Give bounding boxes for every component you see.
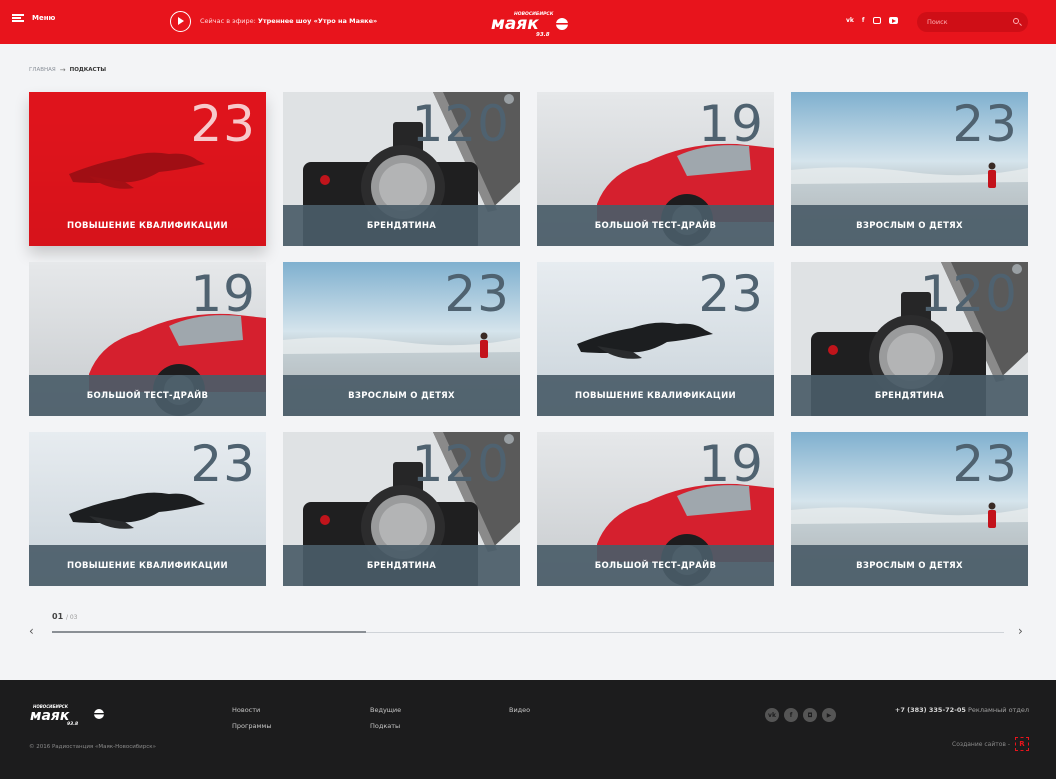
copyright: © 2016 Радиостанция «Маяк-Новосибирск» bbox=[29, 744, 156, 750]
instagram-icon[interactable] bbox=[872, 17, 881, 24]
card-title-bar: БОЛЬШОЙ ТЕСТ-ДРАЙВ bbox=[537, 205, 774, 246]
card-title-bar: ВЗРОСЛЫМ О ДЕТЯХ bbox=[791, 545, 1028, 586]
site-logo[interactable]: НОВОСИБИРСК маяк 93.8 bbox=[488, 8, 580, 38]
footer-link-podcasts[interactable]: Подкаты bbox=[370, 722, 400, 730]
card-title-bar: ПОВЫШЕНИЕ КВАЛИФИКАЦИИ bbox=[29, 205, 266, 246]
card-title-bar: БРЕНДЯТИНА bbox=[283, 205, 520, 246]
hamburger-icon bbox=[12, 14, 24, 22]
onair-show[interactable]: Утреннее шоу «Утро на Маяке» bbox=[258, 17, 377, 25]
podcast-card[interactable]: 23 ПОВЫШЕНИЕ КВАЛИФИКАЦИИ bbox=[537, 262, 774, 416]
breadcrumb-home[interactable]: ГЛАВНАЯ bbox=[29, 67, 56, 73]
card-count: 23 bbox=[190, 435, 256, 493]
card-title: ПОВЫШЕНИЕ КВАЛИФИКАЦИИ bbox=[67, 220, 228, 231]
card-title-bar: БОЛЬШОЙ ТЕСТ-ДРАЙВ bbox=[29, 375, 266, 416]
slider-progress bbox=[52, 631, 367, 633]
podcast-card[interactable]: 19 БОЛЬШОЙ ТЕСТ-ДРАЙВ bbox=[537, 432, 774, 586]
phone-label: Рекламный отдел bbox=[968, 706, 1029, 714]
podcast-card[interactable]: 23 ВЗРОСЛЫМ О ДЕТЯХ bbox=[791, 432, 1028, 586]
logo-text: маяк bbox=[491, 14, 539, 34]
card-count: 23 bbox=[952, 435, 1018, 493]
card-count: 120 bbox=[411, 95, 510, 153]
card-title: ПОВЫШЕНИЕ КВАЛИФИКАЦИИ bbox=[575, 390, 736, 401]
card-count: 120 bbox=[411, 435, 510, 493]
slider-track[interactable] bbox=[52, 631, 1004, 633]
header-bar: Меню Сейчас в эфире: Утреннее шоу «Утро … bbox=[0, 0, 1056, 44]
card-title: БРЕНДЯТИНА bbox=[366, 220, 437, 231]
footer-link-video[interactable]: Видео bbox=[509, 706, 530, 714]
card-title: ВЗРОСЛЫМ О ДЕТЯХ bbox=[348, 390, 455, 401]
podcast-card[interactable]: 120 БРЕНДЯТИНА bbox=[283, 92, 520, 246]
vk-icon[interactable]: vk bbox=[765, 708, 779, 722]
podcast-card[interactable]: 120 БРЕНДЯТИНА bbox=[791, 262, 1028, 416]
facebook-icon[interactable]: f bbox=[862, 17, 865, 24]
facebook-icon[interactable]: f bbox=[784, 708, 798, 722]
made-by[interactable]: Создание сайтов - R bbox=[952, 737, 1029, 751]
footer-link-news[interactable]: Новости bbox=[232, 706, 260, 714]
phone-number[interactable]: +7 (383) 335-72-05 bbox=[895, 706, 966, 714]
onair-prefix: Сейчас в эфире: bbox=[200, 17, 256, 25]
card-count: 23 bbox=[444, 265, 510, 323]
next-arrow-icon[interactable]: › bbox=[1018, 624, 1023, 638]
footer-link-programs[interactable]: Программы bbox=[232, 722, 271, 730]
podcast-card[interactable]: 19 БОЛЬШОЙ ТЕСТ-ДРАЙВ bbox=[537, 92, 774, 246]
card-title: ВЗРОСЛЫМ О ДЕТЯХ bbox=[856, 560, 963, 571]
footer-socials: vk f ◘ ▶ bbox=[765, 708, 836, 722]
card-title-bar: БРЕНДЯТИНА bbox=[283, 545, 520, 586]
card-title: БРЕНДЯТИНА bbox=[366, 560, 437, 571]
card-count: 23 bbox=[952, 95, 1018, 153]
card-title-bar: БОЛЬШОЙ ТЕСТ-ДРАЙВ bbox=[537, 545, 774, 586]
footer-logo[interactable]: НОВОСИБИРСК маяк 93.8 bbox=[29, 702, 111, 726]
card-title-bar: БРЕНДЯТИНА bbox=[791, 375, 1028, 416]
developer-logo-icon: R bbox=[1015, 737, 1029, 751]
card-count: 19 bbox=[698, 435, 764, 493]
search-box bbox=[917, 12, 1028, 32]
podcast-card[interactable]: 23 ПОВЫШЕНИЕ КВАЛИФИКАЦИИ bbox=[29, 92, 266, 246]
arrow-right-icon: → bbox=[59, 66, 66, 74]
menu-label: Меню bbox=[32, 14, 56, 22]
card-title: БОЛЬШОЙ ТЕСТ-ДРАЙВ bbox=[594, 220, 717, 231]
page-current: 01 bbox=[52, 612, 64, 621]
card-count: 19 bbox=[190, 265, 256, 323]
podcast-card[interactable]: 23 ВЗРОСЛЫМ О ДЕТЯХ bbox=[283, 262, 520, 416]
logo-freq: 93.8 bbox=[536, 32, 550, 38]
card-count: 19 bbox=[698, 95, 764, 153]
card-title-bar: ПОВЫШЕНИЕ КВАЛИФИКАЦИИ bbox=[29, 545, 266, 586]
onair-text: Сейчас в эфире: Утреннее шоу «Утро на Ма… bbox=[200, 17, 377, 25]
vk-icon[interactable]: vk bbox=[846, 17, 854, 24]
podcast-card[interactable]: 120 БРЕНДЯТИНА bbox=[283, 432, 520, 586]
card-count: 23 bbox=[190, 95, 256, 153]
page-indicator: 01 / 03 bbox=[52, 612, 78, 621]
instagram-icon[interactable]: ◘ bbox=[803, 708, 817, 722]
page-total: / 03 bbox=[65, 614, 78, 621]
card-title: ВЗРОСЛЫМ О ДЕТЯХ bbox=[856, 220, 963, 231]
youtube-icon[interactable] bbox=[888, 17, 898, 24]
footer-link-hosts[interactable]: Ведущие bbox=[370, 706, 401, 714]
breadcrumb: ГЛАВНАЯ → ПОДКАСТЫ bbox=[29, 66, 106, 74]
play-button[interactable] bbox=[170, 11, 191, 32]
podcast-card[interactable]: 23 ПОВЫШЕНИЕ КВАЛИФИКАЦИИ bbox=[29, 432, 266, 586]
card-title-bar: ПОВЫШЕНИЕ КВАЛИФИКАЦИИ bbox=[537, 375, 774, 416]
youtube-icon[interactable]: ▶ bbox=[822, 708, 836, 722]
prev-arrow-icon[interactable]: ‹ bbox=[29, 624, 34, 638]
card-title: ПОВЫШЕНИЕ КВАЛИФИКАЦИИ bbox=[67, 560, 228, 571]
card-title-bar: ВЗРОСЛЫМ О ДЕТЯХ bbox=[283, 375, 520, 416]
footer-logo-freq: 93.8 bbox=[67, 721, 78, 726]
card-title: БРЕНДЯТИНА bbox=[874, 390, 945, 401]
search-icon[interactable] bbox=[1013, 18, 1019, 24]
footer: НОВОСИБИРСК маяк 93.8 © 2016 Радиостанци… bbox=[0, 680, 1056, 779]
card-title: БОЛЬШОЙ ТЕСТ-ДРАЙВ bbox=[86, 390, 209, 401]
card-count: 120 bbox=[919, 265, 1018, 323]
header-socials: vk f bbox=[846, 17, 898, 24]
card-count: 23 bbox=[698, 265, 764, 323]
search-input[interactable] bbox=[927, 16, 1007, 28]
footer-logo-text: маяк bbox=[30, 708, 70, 724]
made-by-label: Создание сайтов - bbox=[952, 740, 1010, 748]
phone-info: +7 (383) 335-72-05 Рекламный отдел bbox=[895, 706, 1029, 714]
podcast-card[interactable]: 19 БОЛЬШОЙ ТЕСТ-ДРАЙВ bbox=[29, 262, 266, 416]
podcast-card[interactable]: 23 ВЗРОСЛЫМ О ДЕТЯХ bbox=[791, 92, 1028, 246]
card-title-bar: ВЗРОСЛЫМ О ДЕТЯХ bbox=[791, 205, 1028, 246]
breadcrumb-current: ПОДКАСТЫ bbox=[69, 67, 107, 73]
card-title: БОЛЬШОЙ ТЕСТ-ДРАЙВ bbox=[594, 560, 717, 571]
menu-button[interactable]: Меню bbox=[12, 14, 55, 22]
